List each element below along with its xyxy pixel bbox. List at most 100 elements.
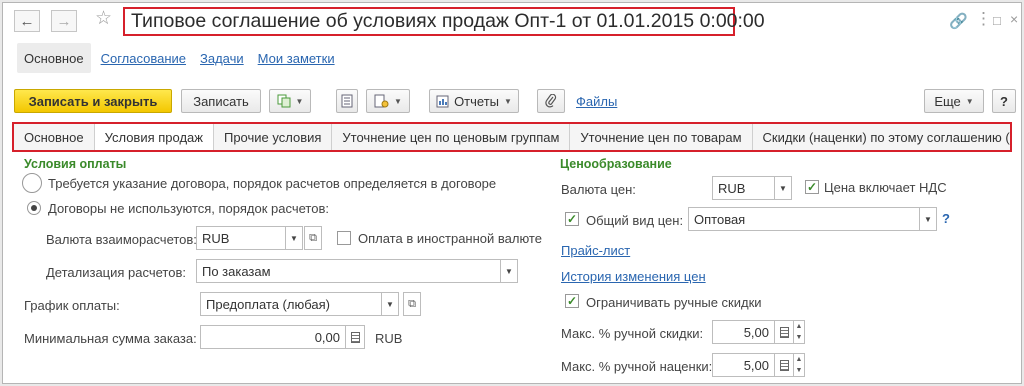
general-price-field[interactable]: Оптовая [688, 207, 920, 231]
payment-schedule-field[interactable]: Предоплата (любая) [200, 292, 382, 316]
settlement-currency-field[interactable]: RUB [196, 226, 286, 250]
tab-price-groups[interactable]: Уточнение цен по ценовым группам [332, 124, 571, 150]
price-history-link[interactable]: История изменения цен [561, 269, 706, 284]
radio-no-contracts-label: Договоры не используются, порядок расчет… [48, 201, 329, 216]
radio-selected-dot [31, 205, 37, 211]
list-icon [341, 94, 353, 108]
form-navigation: Основное Согласование Задачи Мои заметки [17, 43, 345, 73]
paperclip-icon [545, 94, 557, 108]
more-button[interactable]: Еще ▼ [924, 89, 984, 113]
price-currency-dropdown[interactable]: ▼ [774, 176, 792, 200]
price-currency-field[interactable]: RUB [712, 176, 775, 200]
reports-label: Отчеты [454, 93, 499, 109]
min-order-currency: RUB [375, 331, 403, 346]
settlement-currency-open-icon[interactable]: ⧉ [304, 226, 322, 250]
settlement-detail-dropdown[interactable]: ▼ [500, 259, 518, 283]
maximize-icon[interactable]: □ [993, 13, 1001, 28]
limit-manual-discounts-label: Ограничивать ручные скидки [586, 295, 762, 310]
general-price-help-icon[interactable]: ? [942, 211, 950, 226]
max-markup-calculator-icon[interactable] [774, 353, 794, 377]
caret-icon: ▼ [394, 96, 402, 106]
nav-approval-link[interactable]: Согласование [91, 43, 196, 73]
max-markup-field[interactable]: 5,00 [712, 353, 775, 377]
settlement-detail-field[interactable]: По заказам [196, 259, 501, 283]
vat-included-checkbox[interactable]: ✓ [805, 180, 819, 194]
window-title: Типовое соглашение об условиях продаж Оп… [123, 7, 765, 36]
link-icon[interactable]: 🔗 [949, 12, 968, 30]
report-icon [436, 95, 449, 107]
limit-manual-discounts-checkbox[interactable]: ✓ [565, 294, 579, 308]
payment-schedule-open-icon[interactable]: ⧉ [403, 292, 421, 316]
min-order-label: Минимальная сумма заказа: [24, 331, 197, 346]
tab-price-products[interactable]: Уточнение цен по товарам [570, 124, 753, 150]
payment-section-title: Условия оплаты [24, 157, 127, 171]
settlement-currency-value: RUB [202, 230, 230, 246]
settlement-detail-label: Детализация расчетов: [46, 265, 186, 280]
radio-contract-required[interactable] [22, 173, 42, 193]
save-and-close-label: Записать и закрыть [28, 93, 158, 109]
document-list-button[interactable] [336, 89, 358, 113]
settlement-currency-label: Валюта взаиморасчетов: [46, 232, 197, 247]
save-button[interactable]: Записать [181, 89, 261, 113]
back-arrow-icon[interactable]: ← [14, 10, 40, 32]
save-label: Записать [193, 93, 249, 109]
general-price-dropdown[interactable]: ▼ [919, 207, 937, 231]
general-price-checkbox[interactable]: ✓ [565, 212, 579, 226]
max-discount-field[interactable]: 5,00 [712, 320, 775, 344]
document-window: ← → ☆ Типовое соглашение об условиях про… [2, 2, 1022, 384]
radio-contract-required-label: Требуется указание договора, порядок рас… [48, 176, 497, 191]
nav-main[interactable]: Основное [17, 43, 91, 73]
settlement-detail-value: По заказам [202, 263, 271, 279]
max-discount-calculator-icon[interactable] [774, 320, 794, 344]
create-based-on-icon [277, 94, 291, 108]
vat-included-label: Цена включает НДС [824, 180, 947, 195]
tab-main[interactable]: Основное [14, 124, 95, 150]
menu-icon[interactable]: ⋮ [975, 9, 992, 29]
foreign-currency-checkbox[interactable] [337, 231, 351, 245]
pricing-section-title: Ценообразование [560, 157, 672, 171]
max-markup-label: Макс. % ручной наценки: [561, 359, 713, 374]
general-price-value: Оптовая [694, 211, 746, 227]
max-discount-label: Макс. % ручной скидки: [561, 326, 704, 341]
foreign-currency-label: Оплата в иностранной валюте [358, 231, 542, 246]
payment-schedule-label: График оплаты: [24, 298, 120, 313]
tab-other-terms[interactable]: Прочие условия [214, 124, 333, 150]
radio-no-contracts[interactable] [27, 201, 41, 215]
favorite-star-icon[interactable]: ☆ [95, 7, 112, 30]
attach-file-button[interactable] [537, 89, 565, 113]
reports-button[interactable]: Отчеты ▼ [429, 89, 519, 113]
more-label: Еще [934, 93, 961, 109]
tab-discounts[interactable]: Скидки (наценки) по этому соглашению (5 … [753, 124, 1010, 150]
create-based-on-button[interactable]: ▼ [269, 89, 311, 113]
payment-schedule-dropdown[interactable]: ▼ [381, 292, 399, 316]
price-list-link[interactable]: Прайс-лист [561, 243, 630, 258]
nav-tasks-link[interactable]: Задачи [196, 43, 254, 73]
tab-sales-terms[interactable]: Условия продаж [94, 124, 214, 150]
price-currency-value: RUB [718, 180, 746, 196]
help-button[interactable]: ? [992, 89, 1016, 113]
max-markup-value: 5,00 [743, 357, 769, 373]
caret-icon: ▼ [965, 96, 974, 106]
calculator-icon[interactable] [345, 325, 365, 349]
close-icon[interactable]: × [1010, 11, 1018, 27]
max-discount-value: 5,00 [743, 324, 769, 340]
files-link[interactable]: Файлы [576, 94, 617, 109]
title-text: Типовое соглашение об условиях продаж Оп… [131, 10, 765, 32]
document-gear-icon [374, 94, 389, 108]
price-currency-label: Валюта цен: [561, 182, 636, 197]
forward-arrow-icon[interactable]: → [51, 10, 77, 32]
save-and-close-button[interactable]: Записать и закрыть [14, 89, 172, 113]
settlement-currency-dropdown[interactable]: ▼ [285, 226, 303, 250]
caret-icon: ▼ [504, 96, 512, 106]
print-button[interactable]: ▼ [366, 89, 410, 113]
caret-icon: ▼ [295, 96, 304, 106]
page-tabs: Основное Условия продаж Прочие условия У… [12, 122, 1012, 152]
payment-schedule-value: Предоплата (любая) [206, 296, 330, 312]
max-markup-spinner[interactable]: ▲ ▼ [793, 353, 805, 377]
general-price-label: Общий вид цен: [586, 213, 684, 228]
min-order-value: 0,00 [314, 329, 340, 345]
nav-notes-link[interactable]: Мои заметки [254, 43, 345, 73]
help-label: ? [1000, 93, 1008, 109]
max-discount-spinner[interactable]: ▲ ▼ [793, 320, 805, 344]
min-order-field[interactable]: 0,00 [200, 325, 346, 349]
